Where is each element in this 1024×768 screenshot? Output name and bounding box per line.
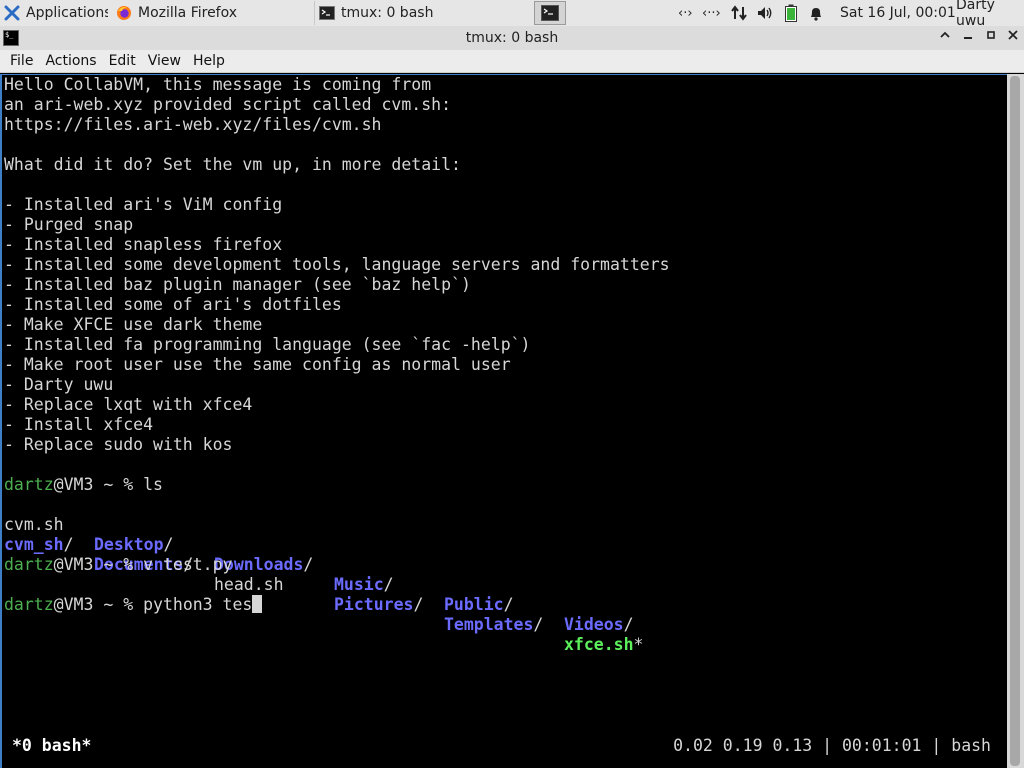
scrollbar-thumb[interactable] bbox=[1010, 76, 1020, 766]
terminal-line: - Purged snap bbox=[4, 215, 134, 234]
ls-entry: cvm_sh/ bbox=[4, 535, 74, 554]
prompt-user: dartz bbox=[4, 475, 54, 494]
terminal-line: Hello CollabVM, this message is coming f… bbox=[4, 75, 432, 94]
prompt-line: dartz@VM3 ~ % ls bbox=[4, 475, 163, 495]
terminal-line: - Installed ari's ViM config bbox=[4, 195, 283, 214]
menubar: File Actions Edit View Help bbox=[0, 50, 1024, 73]
tmux-window-indicator[interactable]: *0 bash* bbox=[12, 734, 91, 758]
terminal-line: an ari-web.xyz provided script called cv… bbox=[4, 95, 452, 114]
window-title: tmux: 0 bash bbox=[465, 30, 559, 46]
terminal-line: What did it do? Set the vm up, in more d… bbox=[4, 155, 461, 174]
terminal-line: - Make root user use the same config as … bbox=[4, 355, 511, 374]
clock[interactable]: Sat 16 Jul, 00:01 bbox=[840, 0, 956, 26]
xfce-logo-icon bbox=[4, 5, 20, 21]
menu-file[interactable]: File bbox=[4, 53, 39, 69]
window-titlebar[interactable]: $_ tmux: 0 bash bbox=[0, 26, 1024, 50]
terminal-icon bbox=[541, 5, 559, 21]
tmux-status-bar: *0 bash* 0.02 0.19 0.13 | 00:01:01 | bas… bbox=[0, 734, 1007, 758]
prompt-host: @VM3 ~ % bbox=[53, 475, 144, 494]
terminal-line: - Installed some of ari's dotfiles bbox=[4, 295, 342, 314]
tmux-status-right: 0.02 0.19 0.13 | 00:01:01 | bash bbox=[673, 736, 991, 755]
maximize-icon bbox=[987, 31, 995, 39]
ls-entry: Music/ bbox=[334, 575, 394, 594]
chevron-up-icon bbox=[940, 31, 950, 38]
network-transfer-icon[interactable] bbox=[730, 0, 748, 26]
applications-menu-button[interactable]: Applications bbox=[0, 1, 108, 25]
tmux-task-label: tmux: 0 bash bbox=[341, 5, 434, 21]
terminal-line: - Replace sudo with kos bbox=[4, 435, 233, 454]
prompt-user: dartz bbox=[4, 555, 54, 574]
terminal-line: - Make XFCE use dark theme bbox=[4, 315, 263, 334]
taskbar-firefox[interactable]: Mozilla Firefox bbox=[112, 1, 310, 25]
volume-icon[interactable] bbox=[756, 0, 774, 26]
minimize-icon bbox=[964, 37, 972, 39]
terminal-line: - Install xfce4 bbox=[4, 415, 154, 434]
close-button[interactable] bbox=[1003, 28, 1023, 48]
firefox-icon bbox=[117, 6, 131, 20]
network-wired-icon[interactable]: ‹··› bbox=[702, 0, 721, 26]
terminal-line: - Replace lxqt with xfce4 bbox=[4, 395, 253, 414]
maximize-button[interactable] bbox=[981, 28, 1001, 48]
terminal-line: https://files.ari-web.xyz/files/cvm.sh bbox=[4, 115, 382, 134]
terminal-scrollbar[interactable] bbox=[1007, 74, 1024, 768]
command-text: v test.py bbox=[143, 555, 233, 574]
notifications-bell-icon[interactable] bbox=[808, 0, 824, 26]
terminal-icon bbox=[319, 6, 335, 20]
ls-entry: Desktop/ bbox=[94, 535, 174, 554]
terminal-line: - Installed some development tools, lang… bbox=[4, 255, 670, 274]
command-input[interactable]: python3 tes bbox=[143, 595, 252, 614]
close-icon bbox=[1008, 30, 1018, 40]
menu-help[interactable]: Help bbox=[187, 53, 231, 69]
terminal-line: - Installed baz plugin manager (see `baz… bbox=[4, 275, 471, 294]
applications-label: Applications bbox=[26, 5, 108, 21]
menu-actions[interactable]: Actions bbox=[39, 53, 102, 69]
battery-icon[interactable] bbox=[784, 0, 798, 26]
ls-entry: xfce.sh* bbox=[564, 635, 644, 654]
command-text: ls bbox=[143, 475, 163, 494]
terminal-launcher-button[interactable] bbox=[534, 1, 566, 25]
shade-button[interactable] bbox=[935, 28, 955, 48]
minimize-button[interactable] bbox=[958, 28, 978, 48]
firefox-task-label: Mozilla Firefox bbox=[138, 5, 238, 21]
ls-entry: Pictures/ bbox=[334, 595, 424, 614]
terminal-line: - Installed snapless firefox bbox=[4, 235, 283, 254]
top-panel: Applications Mozilla Firefox tmux: 0 bas… bbox=[0, 0, 1024, 29]
ls-entry: Public/ bbox=[444, 595, 514, 614]
prompt-line: dartz@VM3 ~ % v test.py bbox=[4, 555, 232, 575]
prompt-host: @VM3 ~ % bbox=[53, 555, 144, 574]
taskbar-tmux[interactable]: tmux: 0 bash bbox=[314, 1, 514, 25]
ls-entry: Videos/ bbox=[564, 615, 634, 634]
ls-entry: Templates/ bbox=[444, 615, 544, 634]
text-cursor bbox=[252, 595, 263, 613]
user-menu[interactable]: Darty uwu bbox=[956, 0, 1024, 29]
terminal-area[interactable]: Hello CollabVM, this message is coming f… bbox=[0, 74, 1007, 768]
prompt-user: dartz bbox=[4, 595, 54, 614]
terminal-line: - Darty uwu bbox=[4, 375, 114, 394]
prompt-line[interactable]: dartz@VM3 ~ % python3 tes bbox=[4, 595, 263, 615]
ls-output-row: cvm_sh/ Documents/ head.sh Pictures/ Tem… bbox=[4, 515, 643, 654]
menu-edit[interactable]: Edit bbox=[103, 53, 142, 69]
ls-output-row: cvm.sh Desktop/ Downloads/ Music/ Public… bbox=[4, 495, 634, 634]
terminal-line: - Installed fa programming language (see… bbox=[4, 335, 531, 354]
menu-view[interactable]: View bbox=[142, 53, 187, 69]
ls-entry: head.sh bbox=[214, 575, 284, 594]
network-icon[interactable]: ‹·› bbox=[678, 0, 693, 26]
prompt-host: @VM3 ~ % bbox=[53, 595, 144, 614]
